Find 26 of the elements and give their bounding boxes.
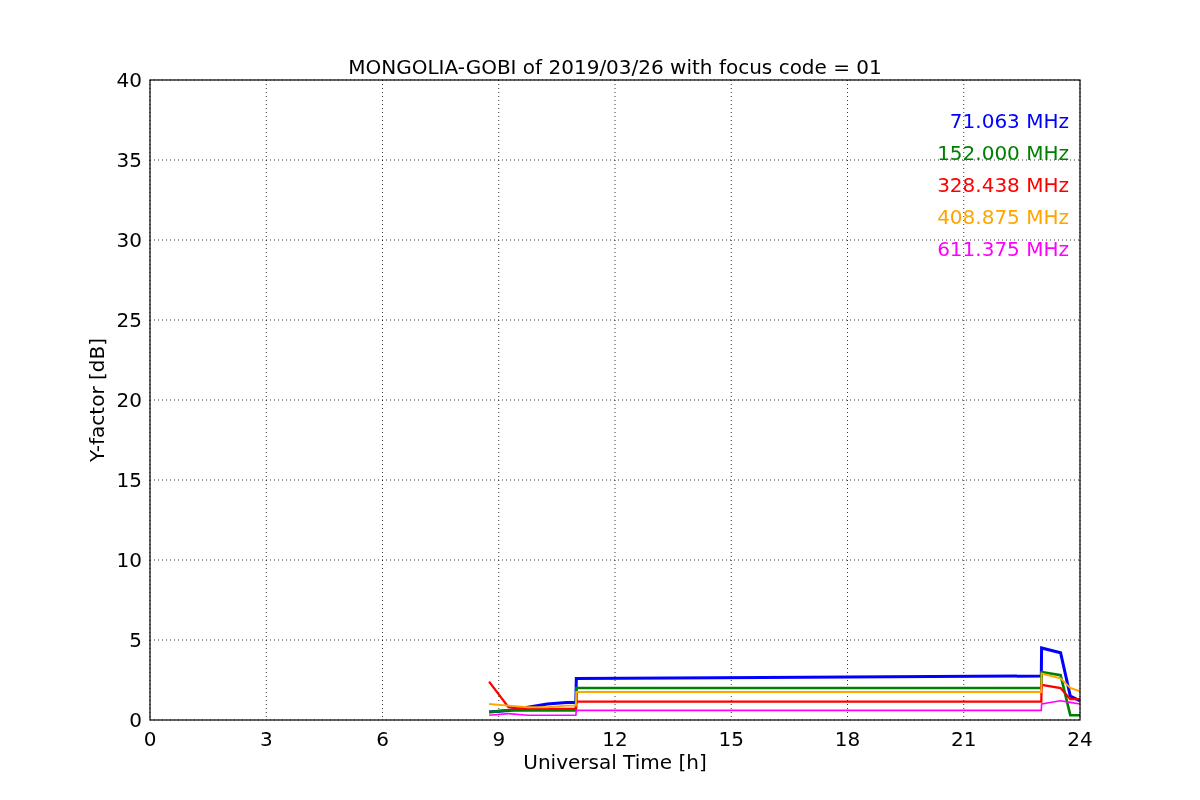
y-tick-label: 30 — [116, 228, 142, 252]
y-axis-label: Y-factor [dB] — [85, 338, 109, 462]
y-tick-label: 40 — [116, 68, 142, 92]
x-tick-label: 24 — [1067, 727, 1093, 751]
x-tick-label: 3 — [259, 727, 273, 751]
legend-label: 408.875 MHz — [937, 205, 1069, 229]
y-tick-label: 35 — [116, 148, 142, 172]
x-tick-label: 9 — [492, 727, 506, 751]
y-tick-label: 5 — [129, 628, 142, 652]
legend-label: 71.063 MHz — [949, 109, 1069, 133]
y-tick-label: 20 — [116, 388, 142, 412]
x-tick-label: 21 — [951, 727, 977, 751]
legend-label: 152.000 MHz — [937, 141, 1069, 165]
x-axis-label: Universal Time [h] — [523, 750, 707, 774]
legend-label: 328.438 MHz — [937, 173, 1069, 197]
x-tick-label: 15 — [718, 727, 744, 751]
y-tick-label: 15 — [116, 468, 142, 492]
legend-label: 611.375 MHz — [937, 237, 1069, 261]
x-tick-label: 6 — [376, 727, 389, 751]
y-tick-label: 0 — [129, 708, 142, 732]
x-tick-label: 12 — [602, 727, 628, 751]
x-tick-label: 18 — [834, 727, 861, 751]
y-tick-label: 10 — [116, 548, 142, 572]
x-tick-label: 0 — [143, 727, 157, 751]
chart-title: MONGOLIA-GOBI of 2019/03/26 with focus code = 01 — [348, 55, 882, 79]
y-tick-label: 25 — [116, 308, 142, 332]
